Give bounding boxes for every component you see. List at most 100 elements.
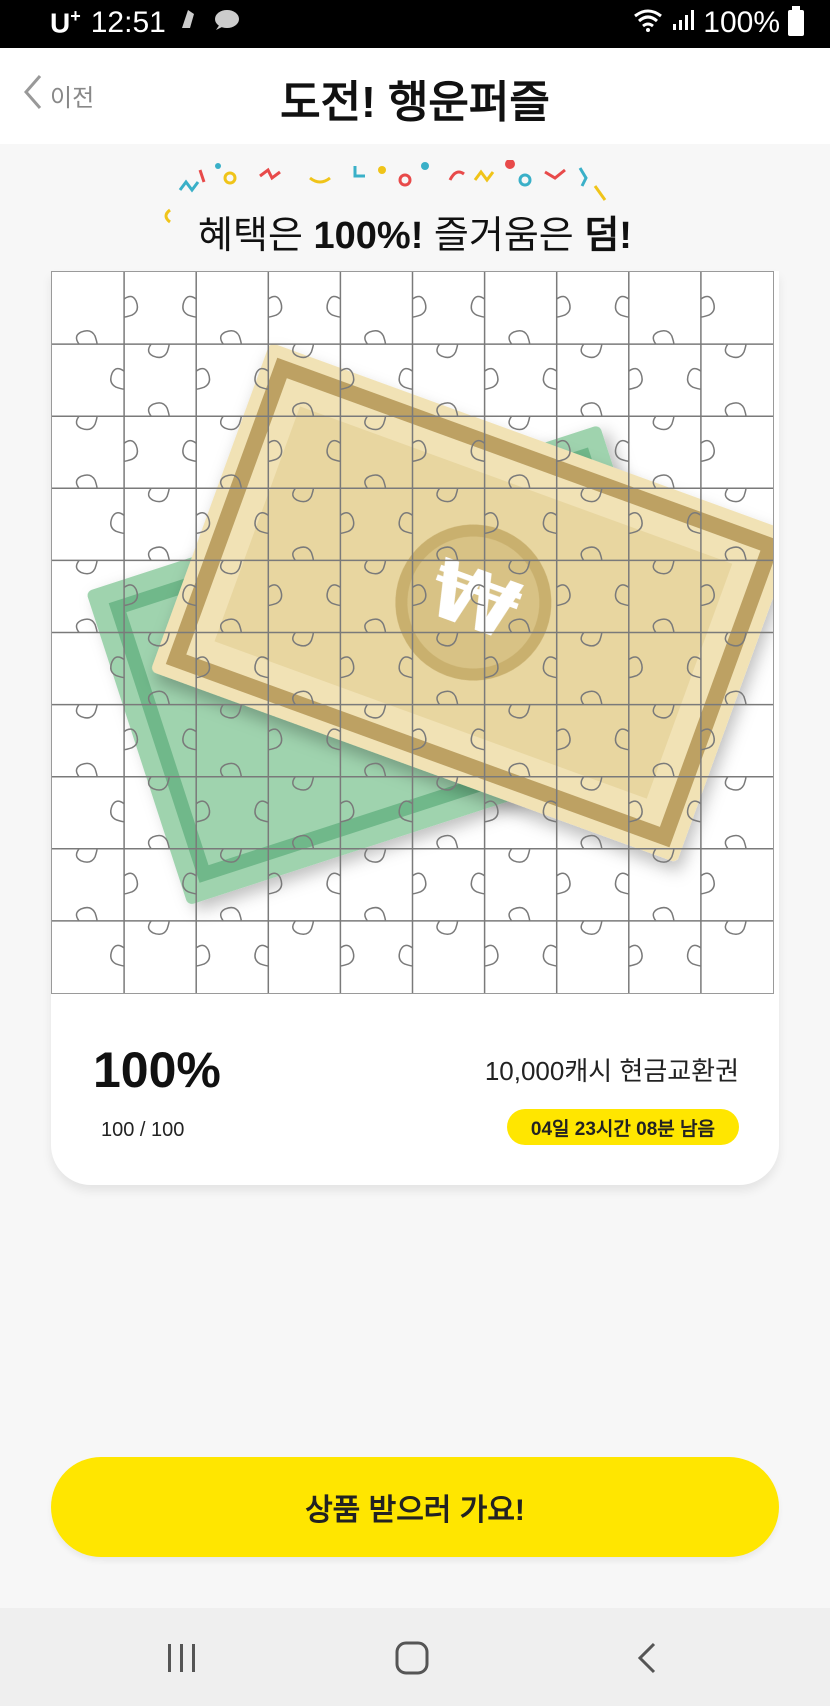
promo-banner: 혜택은 100%! 즐거움은 덤! [160,160,670,260]
puzzle-knob [580,920,603,935]
chevron-left-icon [637,1642,656,1674]
puzzle-knob [110,367,125,390]
puzzle-knob [508,906,531,922]
puzzle-knob [436,343,459,359]
puzzle-knob [508,848,531,863]
puzzle-knob [724,834,747,850]
time-remaining-badge: 04일 23시간 08분 남음 [506,1109,739,1145]
banner-slogan: 혜택은 100%! 즐거움은 덤! [198,215,632,257]
puzzle-knob [219,906,242,922]
puzzle-knob [700,295,715,318]
puzzle-knob [182,439,197,462]
puzzle-board[interactable]: ₩ [51,271,774,994]
home-icon [395,1641,429,1675]
puzzle-knob [147,487,170,503]
puzzle-knob [219,330,242,345]
recent-apps-button[interactable] [162,1638,212,1678]
puzzle-knob [556,295,571,318]
puzzle-knob [724,487,747,503]
page-title: 도전! 행운퍼즐 [280,78,550,127]
puzzle-knob [614,295,630,318]
piece-count: 100 / 100 [101,1119,185,1141]
puzzle-knob [75,474,98,489]
puzzle-knob [182,295,197,318]
puzzle-knob [542,944,558,967]
puzzle-card: ₩ 100% 100 / 100 10,000캐시 현금교환권 04일 23시간… [51,271,779,1185]
puzzle-knob [542,367,558,390]
puzzle-knob [412,295,427,318]
puzzle-knob [75,762,98,778]
home-button[interactable] [392,1638,442,1678]
prize-name: 10,000캐시 현금교환권 [484,1056,739,1086]
puzzle-knob [436,920,459,935]
puzzle-knob [75,906,98,922]
puzzle-knob [580,834,603,850]
puzzle-knob [470,872,486,895]
puzzle-knob [364,906,387,922]
puzzle-knob [724,920,747,935]
puzzle-knob [614,439,630,462]
claim-prize-button[interactable]: 상품 받으러 가요! [51,1457,779,1557]
money-bills-icon: ₩ [52,272,773,993]
puzzle-knob [580,343,603,359]
chat-icon [212,6,240,40]
puzzle-knob [75,848,98,863]
clock: 12:51 [90,6,166,39]
puzzle-knob [724,343,747,359]
puzzle-knob [123,439,139,462]
puzzle-knob [686,944,702,967]
puzzle-knob [398,367,413,390]
carrier-label: U+ [50,6,81,39]
puzzle-knob [700,872,715,895]
puzzle-knob [364,330,387,345]
puzzle-knob [75,330,98,345]
puzzle-knob [75,618,98,633]
puzzle-knob [652,415,675,431]
puzzle-knob [123,295,139,318]
puzzle-knob [628,944,643,967]
puzzle-knob [75,415,98,431]
puzzle-knob [326,872,341,895]
puzzle-knob [484,367,499,390]
system-back-button[interactable] [628,1638,678,1678]
puzzle-knob [292,920,315,935]
completion-percent: 100% [93,1042,221,1098]
puzzle-knob [614,872,630,895]
notification-icon [176,6,202,40]
puzzle-knob [195,944,211,967]
puzzle-knob [686,367,702,390]
puzzle-knob [412,872,427,895]
puzzle-knob [652,906,675,922]
puzzle-knob [339,944,355,967]
puzzle-knob [700,439,715,462]
puzzle-knob [147,920,170,935]
puzzle-knob [219,415,242,431]
puzzle-knob [484,944,499,967]
puzzle-knob [147,402,170,417]
puzzle-knob [267,295,283,318]
puzzle-knob [436,834,459,850]
puzzle-knob [110,512,125,535]
system-nav-bar [0,1608,830,1706]
puzzle-knob [147,343,170,359]
signal-icon [671,6,695,40]
puzzle-knob [398,944,413,967]
puzzle-knob [508,415,531,431]
wifi-icon [633,6,663,40]
puzzle-knob [75,559,98,575]
puzzle-knob [580,402,603,417]
puzzle-knob [724,402,747,417]
battery-icon [788,6,804,36]
puzzle-knob [195,367,211,390]
puzzle-knob [254,944,269,967]
puzzle-knob [724,776,747,791]
app-header: 이전 도전! 행운퍼즐 [0,48,830,144]
puzzle-knob [110,944,125,967]
puzzle-knob [364,848,387,863]
puzzle-knob [652,330,675,345]
puzzle-knob [123,872,139,895]
puzzle-knob [326,295,341,318]
puzzle-knob [628,367,643,390]
recent-apps-icon [168,1644,195,1672]
puzzle-knob [508,330,531,345]
